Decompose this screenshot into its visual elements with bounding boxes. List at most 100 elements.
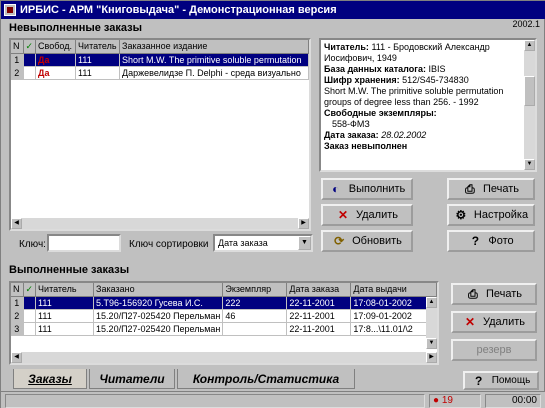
help-label: Помощь [491, 375, 531, 386]
db-label: База данных каталога: [324, 64, 426, 74]
completed-print-label: Печать [485, 288, 523, 300]
row-ordered: 15.20/П27-025420 Перельман [93, 322, 224, 336]
row-reader: 111 [75, 53, 121, 67]
pending-orders-title: Невыполненные заказы [9, 22, 142, 34]
settings-button[interactable]: ⚙ Настройка [447, 204, 535, 226]
table-row[interactable]: 3 111 15.20/П27-025420 Перельман 22-11-2… [11, 322, 437, 336]
col-n[interactable]: N [11, 40, 24, 54]
completed-orders-grid[interactable]: N ✓ Читатель Заказано Экземпляр Дата зак… [9, 281, 439, 365]
pending-hscroll[interactable]: ◀ ▶ [11, 218, 309, 229]
refresh-label: Обновить [352, 235, 402, 247]
tab-control-statistics[interactable]: Контроль/Статистика [177, 369, 355, 389]
scroll-left-icon[interactable]: ◀ [11, 352, 22, 363]
col-issue-date[interactable]: Дата выдачи [350, 283, 437, 297]
col-n[interactable]: N [11, 283, 24, 297]
details-vscroll[interactable]: ▲ ▼ [524, 40, 535, 170]
row-number: 3 [11, 322, 24, 336]
print-label: Печать [482, 183, 520, 195]
col-reader[interactable]: Читатель [35, 283, 95, 297]
completed-delete-label: Удалить [483, 316, 525, 328]
completed-print-button[interactable]: ⎙ Печать [451, 283, 537, 305]
row-check[interactable] [23, 296, 37, 310]
row-copy [222, 322, 288, 336]
help-question-icon: ? [471, 234, 480, 248]
completed-hscroll[interactable]: ◀ ▶ [11, 352, 437, 363]
col-reader[interactable]: Читатель [75, 40, 121, 54]
status-counter: ● 19 [429, 394, 481, 408]
row-reader: 111 [75, 66, 121, 80]
execute-icon: ◐ [332, 182, 340, 196]
order-status: Заказ невыполнен [324, 141, 408, 151]
sort-key-select[interactable]: Дата заказа ▼ [213, 234, 313, 252]
col-ordered[interactable]: Заказано [93, 283, 224, 297]
refresh-icon: ⟳ [334, 234, 345, 248]
col-item[interactable]: Заказанное издание [119, 40, 309, 54]
app-icon [4, 4, 16, 16]
row-check[interactable] [23, 66, 37, 80]
tab-orders[interactable]: Заказы [13, 369, 87, 389]
row-number: 2 [11, 66, 24, 80]
table-row[interactable]: 2 Да 111 Даржевелидзе П. Delphi - среда … [11, 66, 309, 80]
sort-key-label: Ключ сортировки [129, 239, 209, 250]
status-time: 00:00 [485, 394, 541, 408]
row-order-date: 22-11-2001 [286, 322, 352, 336]
col-check[interactable]: ✓ [23, 40, 37, 54]
delete-x-icon: ✕ [464, 315, 476, 329]
row-number: 1 [11, 53, 24, 67]
row-check[interactable] [23, 309, 37, 323]
help-button[interactable]: ? Помощь [463, 371, 539, 390]
pending-orders-grid[interactable]: N ✓ Свобод. Читатель Заказанное издание … [9, 38, 311, 231]
col-free[interactable]: Свобод. [35, 40, 77, 54]
row-order-date: 22-11-2001 [286, 296, 352, 310]
completed-orders-title: Выполненные заказы [9, 264, 130, 276]
col-order-date[interactable]: Дата заказа [286, 283, 352, 297]
status-bar: ● 19 00:00 [1, 391, 545, 408]
check-icon: ✓ [25, 40, 34, 51]
scroll-up-icon[interactable]: ▲ [426, 297, 437, 308]
table-row[interactable]: 1 Да 111 Short M.W. The primitive solubl… [11, 53, 309, 67]
delete-label: Удалить [356, 209, 398, 221]
title-bar[interactable]: ИРБИС - АРМ "Книговыдача" - Демонстрацио… [1, 1, 545, 19]
refresh-button[interactable]: ⟳ Обновить [321, 230, 413, 252]
row-item: Даржевелидзе П. Delphi - среда визуально [119, 66, 309, 80]
free-flag: Да [38, 54, 50, 65]
col-copy[interactable]: Экземпляр [222, 283, 288, 297]
status-message [5, 394, 425, 408]
free-copies-label: Свободные экземпляры: [324, 108, 437, 118]
reserve-button[interactable]: резерв [451, 339, 537, 361]
table-row[interactable]: 2 111 15.20/П27-025420 Перельман 46 22-1… [11, 309, 437, 323]
row-ordered: 5.Т96-156920 Гусева И.С. [93, 296, 224, 310]
scroll-right-icon[interactable]: ▶ [426, 352, 437, 363]
printer-icon: ⎙ [465, 182, 475, 196]
row-order-date: 22-11-2001 [286, 309, 352, 323]
row-copy: 222 [222, 296, 288, 310]
row-check[interactable] [23, 322, 37, 336]
delete-button[interactable]: ✕ Удалить [321, 204, 413, 226]
status-indicator-icon: ● [433, 395, 440, 406]
key-input[interactable] [47, 234, 121, 252]
print-button[interactable]: ⎙ Печать [447, 178, 535, 200]
scroll-down-icon[interactable]: ▼ [524, 159, 535, 170]
sort-key-value: Дата заказа [218, 238, 268, 248]
tab-readers[interactable]: Читатели [89, 369, 175, 389]
scroll-right-icon[interactable]: ▶ [298, 218, 309, 229]
row-item: Short M.W. The primitive soluble permuta… [119, 53, 309, 67]
scroll-thumb[interactable] [524, 76, 535, 106]
order-details-pane: Читатель: 111 - Бродовский Александр Иос… [319, 38, 537, 172]
scroll-up-icon[interactable]: ▲ [524, 40, 535, 51]
col-check[interactable]: ✓ [23, 283, 37, 297]
order-date-label: Дата заказа: [324, 130, 379, 140]
row-check[interactable] [23, 53, 37, 67]
scroll-down-icon[interactable]: ▼ [426, 338, 437, 349]
row-reader: 111 [35, 309, 95, 323]
completed-delete-button[interactable]: ✕ Удалить [451, 311, 537, 333]
row-number: 2 [11, 309, 24, 323]
table-row[interactable]: 1 111 5.Т96-156920 Гусева И.С. 222 22-11… [11, 296, 437, 310]
photo-button[interactable]: ? Фото [447, 230, 535, 252]
completed-vscroll[interactable]: ▲ ▼ [426, 297, 437, 349]
row-number: 1 [11, 296, 24, 310]
chevron-down-icon[interactable]: ▼ [298, 236, 311, 250]
scroll-left-icon[interactable]: ◀ [11, 218, 22, 229]
execute-button[interactable]: ◐ Выполнить [321, 178, 413, 200]
row-issue-date: 17:09-01-2002 [350, 309, 437, 323]
